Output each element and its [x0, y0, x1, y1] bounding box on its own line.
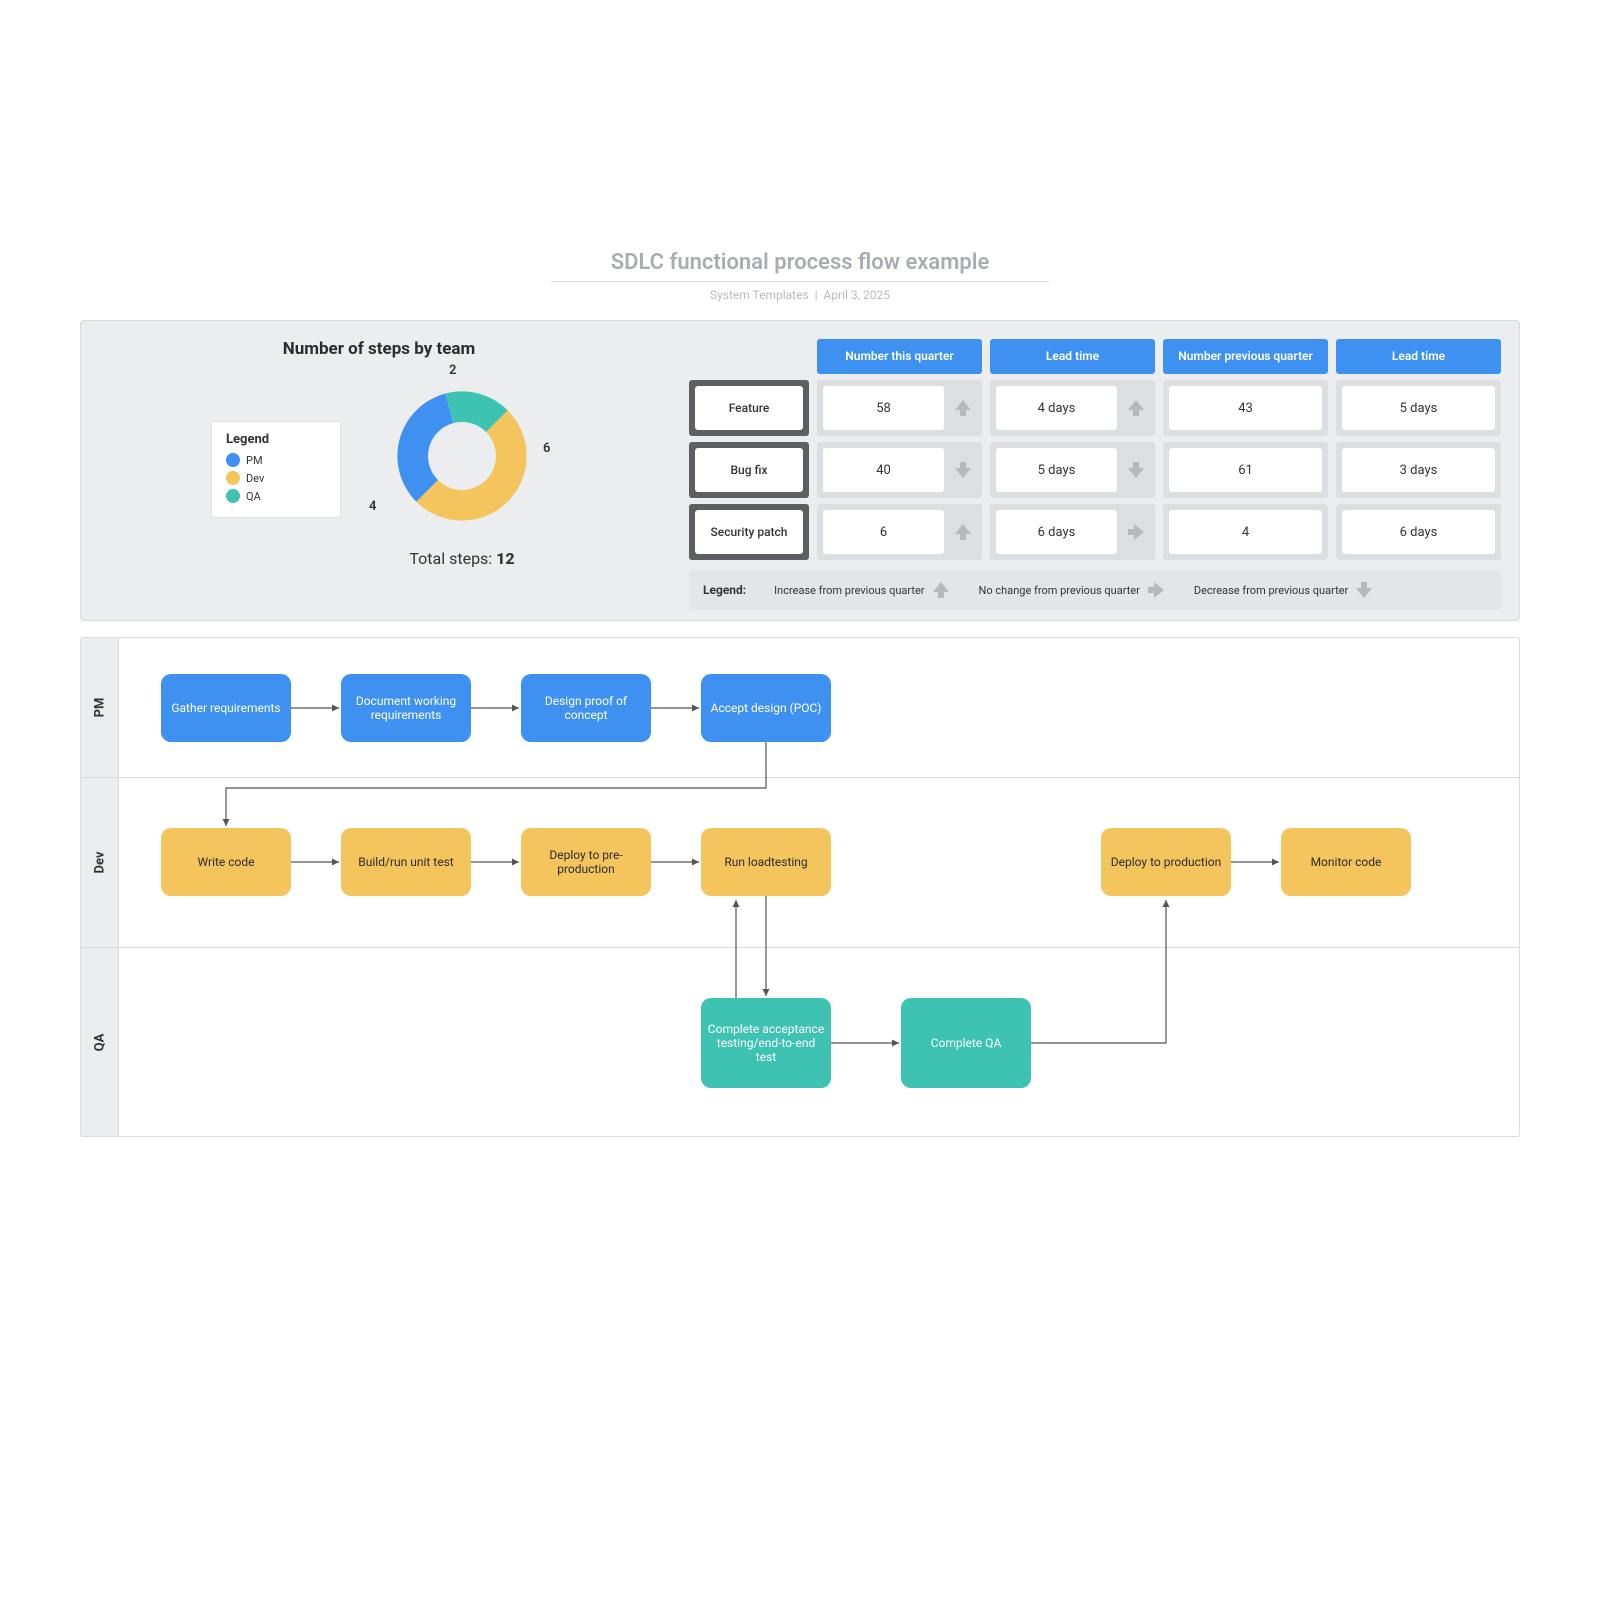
donut-section: Number of steps by team Legend PM Dev QA: [99, 339, 659, 610]
metrics-cell: 4 days: [990, 380, 1155, 436]
swimlane-diagram: PM Dev QA Gather requirements Document w…: [80, 637, 1520, 1137]
trend-up-icon: [950, 398, 976, 418]
node-dev-4: Run loadtesting: [701, 828, 831, 896]
trend-up-icon: [1123, 398, 1149, 418]
swatch-pm: [226, 453, 240, 467]
donut-legend: Legend PM Dev QA: [211, 421, 341, 518]
page-title: SDLC functional process flow example: [551, 250, 1050, 282]
metrics-legend: Legend: Increase from previous quarter No …: [689, 570, 1501, 610]
metrics-header: Number this quarter: [817, 339, 982, 374]
node-dev-5: Deploy to production: [1101, 828, 1231, 896]
title-block: SDLC functional process flow example Sys…: [80, 250, 1520, 302]
node-dev-3: Deploy to pre-production: [521, 828, 651, 896]
donut-total: Total steps: 12: [377, 549, 547, 568]
trend-down-icon: [950, 460, 976, 480]
legend-item-pm: PM: [226, 453, 326, 467]
trend-right-icon: [1123, 522, 1149, 542]
metrics-cell: 61: [1163, 442, 1328, 498]
donut-value-pm: 4: [369, 499, 376, 514]
metrics-rowlabel: Feature: [689, 380, 809, 436]
legend-label: Dev: [246, 472, 264, 485]
metrics-cell: 6 days: [1336, 504, 1501, 560]
node-qa-2: Complete QA: [901, 998, 1031, 1088]
trend-down-icon: [1123, 460, 1149, 480]
date-label: April 3, 2025: [824, 288, 891, 302]
legend-label: QA: [246, 490, 261, 503]
node-pm-2: Document working requirements: [341, 674, 471, 742]
metrics-cell: 5 days: [990, 442, 1155, 498]
metrics-rowlabel: Security patch: [689, 504, 809, 560]
metrics-legend-item: No change from previous quarter: [979, 580, 1166, 600]
metrics-cell: 6: [817, 504, 982, 560]
metrics-cell: 4: [1163, 504, 1328, 560]
metrics-table: Number this quarterLead timeNumber previ…: [689, 339, 1501, 560]
donut-value-qa: 2: [449, 363, 456, 378]
legend-item-qa: QA: [226, 489, 326, 503]
donut-title: Number of steps by team: [283, 339, 476, 359]
metrics-cell: 40: [817, 442, 982, 498]
page-subtitle: System Templates | April 3, 2025: [80, 288, 1520, 302]
metrics-cell: 6 days: [990, 504, 1155, 560]
total-label: Total steps:: [409, 549, 492, 568]
metrics-legend-item: Decrease from previous quarter: [1194, 580, 1374, 600]
lane-label-qa: QA: [81, 948, 119, 1137]
legend-title: Legend: [226, 432, 326, 447]
metrics-cell: 3 days: [1336, 442, 1501, 498]
metrics-legend-title: Legend:: [703, 583, 746, 597]
node-pm-3: Design proof of concept: [521, 674, 651, 742]
metrics-legend-item: Increase from previous quarter: [774, 580, 950, 600]
node-dev-1: Write code: [161, 828, 291, 896]
trend-up-icon: [950, 522, 976, 542]
metrics-cell: 58: [817, 380, 982, 436]
metrics-header: Lead time: [1336, 339, 1501, 374]
dashboard-panel: Number of steps by team Legend PM Dev QA: [80, 320, 1520, 621]
node-qa-1: Complete acceptance testing/end-to-end t…: [701, 998, 831, 1088]
donut-chart: 2 6 4: [377, 371, 547, 541]
swatch-dev: [226, 471, 240, 485]
total-value: 12: [496, 549, 514, 568]
lane-label-dev: Dev: [81, 778, 119, 947]
node-pm-4: Accept design (POC): [701, 674, 831, 742]
source-label: System Templates: [710, 288, 809, 302]
metrics-cell: 5 days: [1336, 380, 1501, 436]
donut-value-dev: 6: [543, 441, 550, 456]
metrics-section: Number this quarterLead timeNumber previ…: [689, 339, 1501, 610]
node-dev-2: Build/run unit test: [341, 828, 471, 896]
lane-label-pm: PM: [81, 638, 119, 777]
metrics-header: Number previous quarter: [1163, 339, 1328, 374]
swatch-qa: [226, 489, 240, 503]
legend-item-dev: Dev: [226, 471, 326, 485]
metrics-rowlabel: Bug fix: [689, 442, 809, 498]
legend-label: PM: [246, 454, 263, 467]
metrics-header: Lead time: [990, 339, 1155, 374]
metrics-cell: 43: [1163, 380, 1328, 436]
node-dev-6: Monitor code: [1281, 828, 1411, 896]
node-pm-1: Gather requirements: [161, 674, 291, 742]
